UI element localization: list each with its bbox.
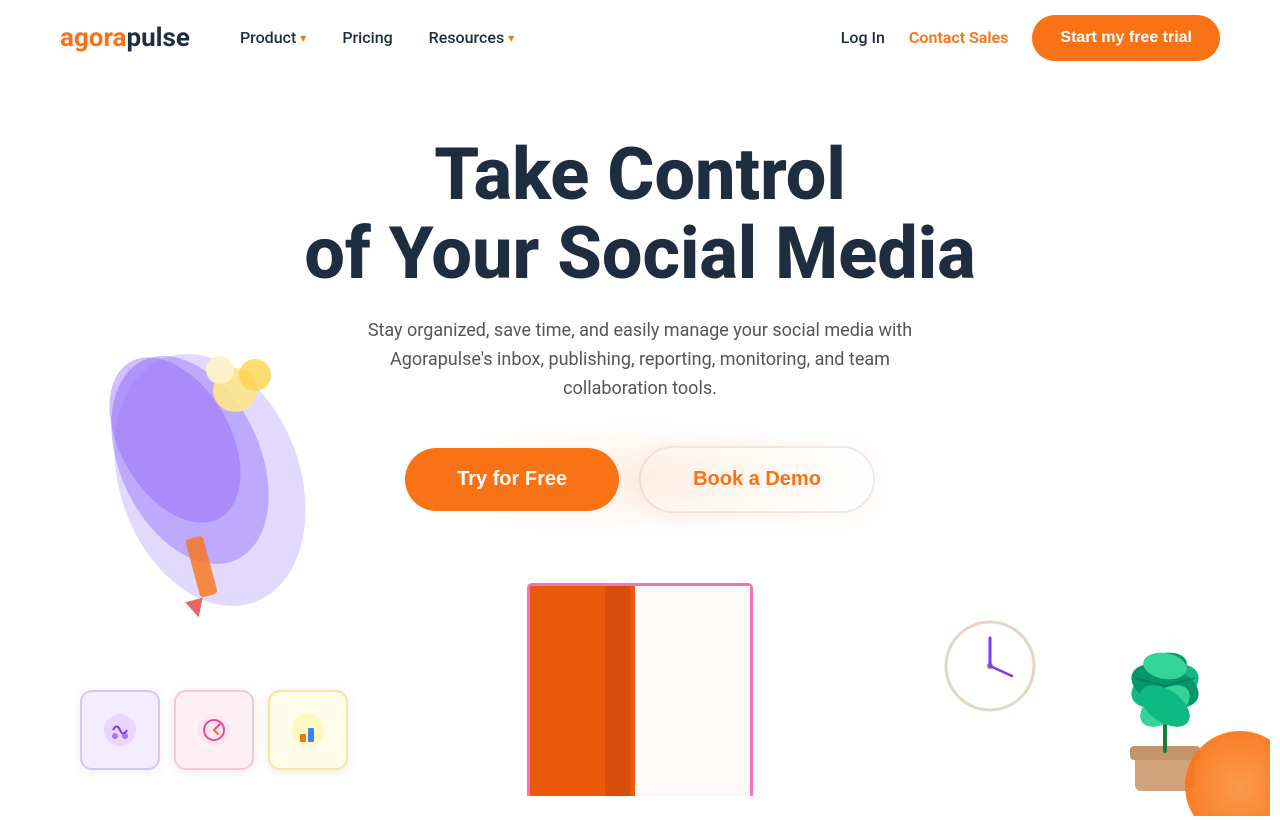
product-chevron-icon: ▾ xyxy=(300,31,306,45)
contact-sales-link[interactable]: Contact Sales xyxy=(909,28,1008,47)
orange-circle-deco xyxy=(1160,706,1270,820)
login-link[interactable]: Log In xyxy=(841,28,885,47)
mini-card-3 xyxy=(268,690,348,770)
umbrella-decoration xyxy=(80,300,340,624)
nav-right: Log In Contact Sales Start my free trial xyxy=(841,15,1220,61)
nav-resources[interactable]: Resources ▾ xyxy=(429,28,515,47)
book-demo-button[interactable]: Book a Demo xyxy=(639,446,875,513)
nav-links: Product ▾ Pricing Resources ▾ xyxy=(240,28,841,47)
bottom-illustrations xyxy=(0,580,1280,800)
hero-buttons: Try for Free Book a Demo xyxy=(405,446,875,513)
hero-subtitle: Stay organized, save time, and easily ma… xyxy=(360,317,920,403)
mini-cards-row xyxy=(80,690,348,770)
start-trial-button[interactable]: Start my free trial xyxy=(1032,15,1220,61)
clock xyxy=(940,616,1040,720)
nav-pricing[interactable]: Pricing xyxy=(342,28,392,47)
logo-pulse: pulse xyxy=(126,23,189,53)
try-free-button[interactable]: Try for Free xyxy=(405,448,619,511)
nav-product[interactable]: Product ▾ xyxy=(240,28,306,47)
mini-card-1 xyxy=(80,690,160,770)
hero-title: Take Control of Your Social Media xyxy=(304,135,975,293)
mini-card-2 xyxy=(174,690,254,770)
logo-agora: agora xyxy=(60,23,126,53)
logo[interactable]: agorapulse xyxy=(60,23,190,53)
navbar: agorapulse Product ▾ Pricing Resources ▾… xyxy=(0,0,1280,75)
door-frame xyxy=(450,576,830,800)
resources-chevron-icon: ▾ xyxy=(508,31,514,45)
